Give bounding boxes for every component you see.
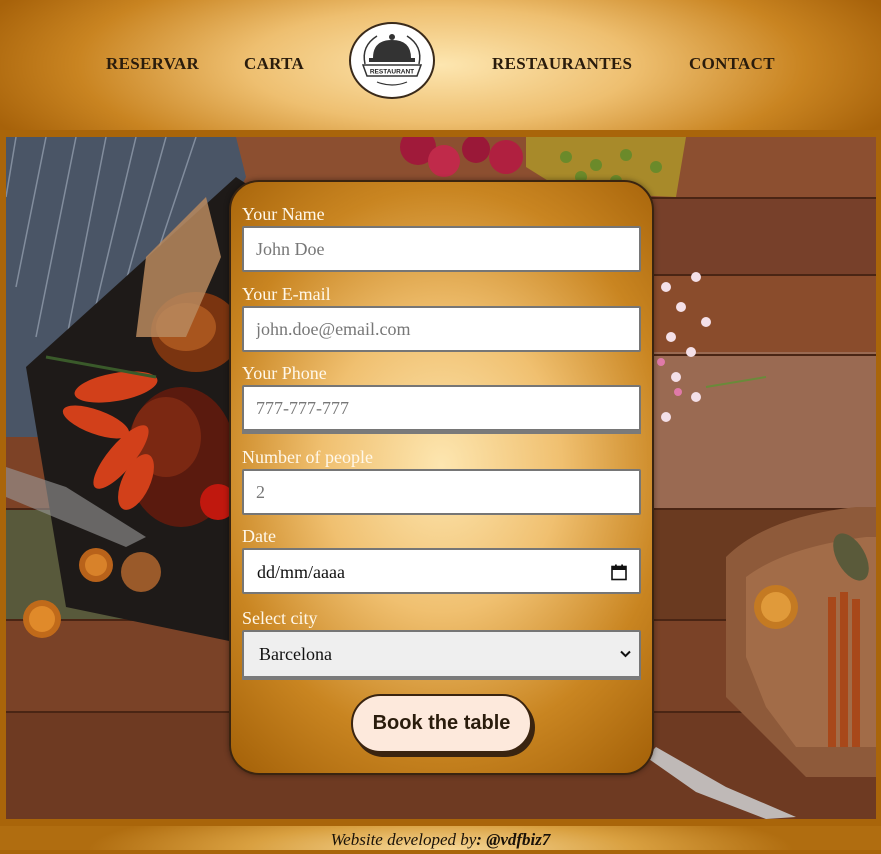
date-input-value: dd/mm/aaaa	[257, 562, 345, 582]
city-label: Select city	[242, 608, 318, 628]
city-select[interactable]: Barcelona	[242, 630, 641, 678]
date-label: Date	[242, 526, 276, 546]
cloche-icon: RESTAURANT	[361, 34, 423, 86]
phone-input-underline	[242, 430, 641, 434]
nav-contact[interactable]: CONTACT	[689, 54, 775, 74]
footer-credit: Website developed by	[330, 830, 477, 849]
book-table-button[interactable]: Book the table	[351, 694, 532, 753]
people-label: Number of people	[242, 447, 373, 467]
nav-reservar[interactable]: RESERVAR	[106, 54, 199, 74]
phone-label: Your Phone	[242, 363, 327, 383]
name-input[interactable]	[242, 226, 641, 272]
logo-text: RESTAURANT	[370, 69, 414, 76]
nav-carta[interactable]: CARTA	[244, 54, 304, 74]
name-label: Your Name	[242, 204, 325, 224]
city-select-underline	[242, 676, 641, 680]
restaurant-logo[interactable]: RESTAURANT	[349, 22, 435, 99]
site-header: RESERVAR CARTA RESTAURANT RESTAURANTES C…	[0, 0, 881, 130]
chevron-down-icon	[620, 650, 631, 658]
nav-restaurantes[interactable]: RESTAURANTES	[492, 54, 632, 74]
email-input[interactable]	[242, 306, 641, 352]
date-input[interactable]: dd/mm/aaaa	[242, 548, 641, 594]
email-label: Your E-mail	[242, 284, 331, 304]
reservation-form: Your Name Your E-mail Your Phone Number …	[229, 180, 654, 775]
site-footer: Website developed by: @vdfbiz7	[0, 826, 881, 850]
phone-input[interactable]	[242, 385, 641, 431]
people-input[interactable]	[242, 469, 641, 515]
city-select-value: Barcelona	[259, 644, 332, 664]
calendar-icon[interactable]	[611, 564, 627, 581]
footer-handle[interactable]: : @vdfbiz7	[476, 830, 550, 849]
